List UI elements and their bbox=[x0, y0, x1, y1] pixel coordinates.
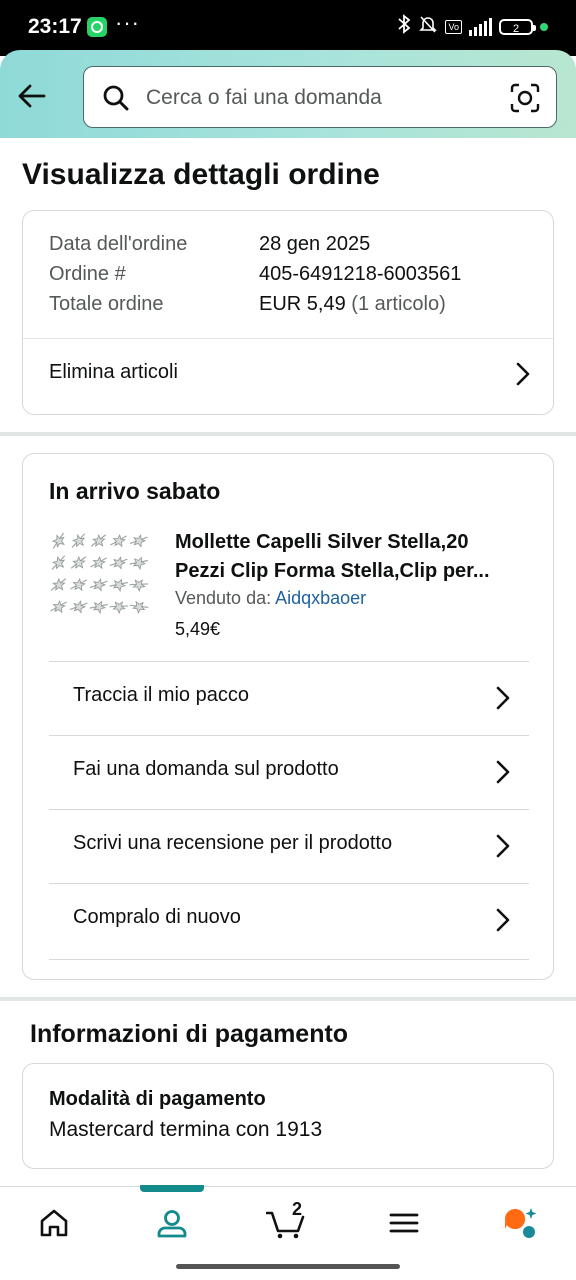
status-time: 23:17 bbox=[28, 15, 82, 38]
section-divider bbox=[0, 997, 576, 1001]
chevron-right-icon bbox=[496, 908, 510, 932]
order-summary-card: Data dell'ordine 28 gen 2025 Ordine # 40… bbox=[22, 210, 554, 415]
battery-icon: 2 bbox=[499, 19, 536, 35]
bluetooth-icon bbox=[397, 14, 411, 40]
payment-method-value: Mastercard termina con 1913 bbox=[49, 1118, 323, 1141]
chevron-right-icon bbox=[496, 686, 510, 710]
buy-again-link[interactable]: Compralo di nuovo bbox=[49, 883, 529, 957]
seller-link[interactable]: Aidqxbaoer bbox=[275, 588, 366, 608]
action-label: Traccia il mio pacco bbox=[73, 684, 249, 706]
cart-count-badge: 2 bbox=[292, 1199, 303, 1219]
order-number-label: Ordine # bbox=[49, 263, 126, 285]
action-label: Scrivi una recensione per il prodotto bbox=[73, 832, 393, 854]
product-title-line1: Mollette Capelli Silver Stella,20 bbox=[175, 531, 469, 553]
product-price: 5,49€ bbox=[175, 619, 221, 639]
volte-icon: Vo bbox=[445, 20, 462, 34]
order-total-items: (1 articolo) bbox=[351, 293, 446, 315]
rufus-assistant-icon bbox=[505, 1208, 537, 1238]
order-total-amount: EUR 5,49 bbox=[259, 293, 346, 315]
more-notifications-icon: ··· bbox=[115, 10, 140, 35]
chevron-right-icon bbox=[496, 760, 510, 784]
whatsapp-icon bbox=[87, 17, 107, 37]
home-gesture-handle[interactable] bbox=[176, 1264, 400, 1269]
bottom-nav: 2 bbox=[0, 1185, 576, 1259]
nav-home[interactable] bbox=[14, 1187, 94, 1259]
sold-by: Venduto da: Aidqxbaoer bbox=[175, 588, 366, 609]
nav-rufus-assistant[interactable] bbox=[478, 1187, 558, 1259]
write-review-link[interactable]: Scrivi una recensione per il prodotto bbox=[49, 809, 529, 883]
chevron-right-icon bbox=[496, 834, 510, 858]
action-label: Fai una domanda sul prodotto bbox=[73, 758, 339, 780]
order-date-label: Data dell'ordine bbox=[49, 233, 188, 255]
action-label: Compralo di nuovo bbox=[73, 906, 241, 928]
shipment-card: In arrivo sabato Mollette Capelli Silver… bbox=[22, 453, 554, 980]
top-header bbox=[0, 50, 576, 138]
search-input[interactable] bbox=[144, 75, 488, 121]
product-title-line2: Pezzi Clip Forma Stella,Clip per... bbox=[175, 560, 490, 582]
delete-items-label: Elimina articoli bbox=[49, 361, 178, 383]
delete-items-link[interactable]: Elimina articoli bbox=[23, 339, 553, 411]
search-icon bbox=[103, 85, 129, 111]
product-title-link[interactable]: Mollette Capelli Silver Stella,20 Pezzi … bbox=[175, 528, 525, 586]
divider bbox=[49, 959, 529, 960]
delivery-status-heading: In arrivo sabato bbox=[49, 478, 221, 504]
order-number-value: 405-6491218-6003561 bbox=[259, 263, 462, 285]
chevron-right-icon bbox=[516, 362, 530, 386]
status-bar: 23:17 ··· Vo 2 bbox=[0, 0, 576, 56]
payment-method-heading: Modalità di pagamento bbox=[49, 1088, 266, 1110]
search-bar[interactable] bbox=[83, 66, 557, 128]
sold-by-label: Venduto da: bbox=[175, 588, 272, 608]
privacy-dot-icon bbox=[540, 23, 548, 31]
home-icon bbox=[40, 1209, 68, 1237]
status-icons: Vo 2 bbox=[397, 14, 548, 40]
signal-icon bbox=[469, 18, 492, 36]
camera-scan-icon[interactable] bbox=[510, 83, 540, 113]
account-icon bbox=[157, 1210, 187, 1238]
bell-muted-icon bbox=[418, 14, 438, 40]
nav-menu[interactable] bbox=[364, 1187, 444, 1259]
product-image[interactable] bbox=[49, 530, 149, 622]
section-divider bbox=[0, 432, 576, 436]
order-total-value: EUR 5,49 (1 articolo) bbox=[259, 293, 446, 316]
page-title: Visualizza dettagli ordine bbox=[22, 158, 380, 191]
nav-account[interactable] bbox=[132, 1187, 212, 1259]
payment-section-title: Informazioni di pagamento bbox=[30, 1020, 349, 1048]
menu-icon bbox=[389, 1213, 419, 1233]
payment-method-card: Modalità di pagamento Mastercard termina… bbox=[22, 1063, 554, 1169]
order-total-label: Totale ordine bbox=[49, 293, 164, 315]
ask-product-question-link[interactable]: Fai una domanda sul prodotto bbox=[49, 735, 529, 809]
order-date-value: 28 gen 2025 bbox=[259, 233, 371, 255]
nav-cart[interactable]: 2 bbox=[250, 1187, 330, 1259]
track-package-link[interactable]: Traccia il mio pacco bbox=[49, 661, 529, 735]
back-arrow-icon[interactable] bbox=[16, 80, 48, 112]
